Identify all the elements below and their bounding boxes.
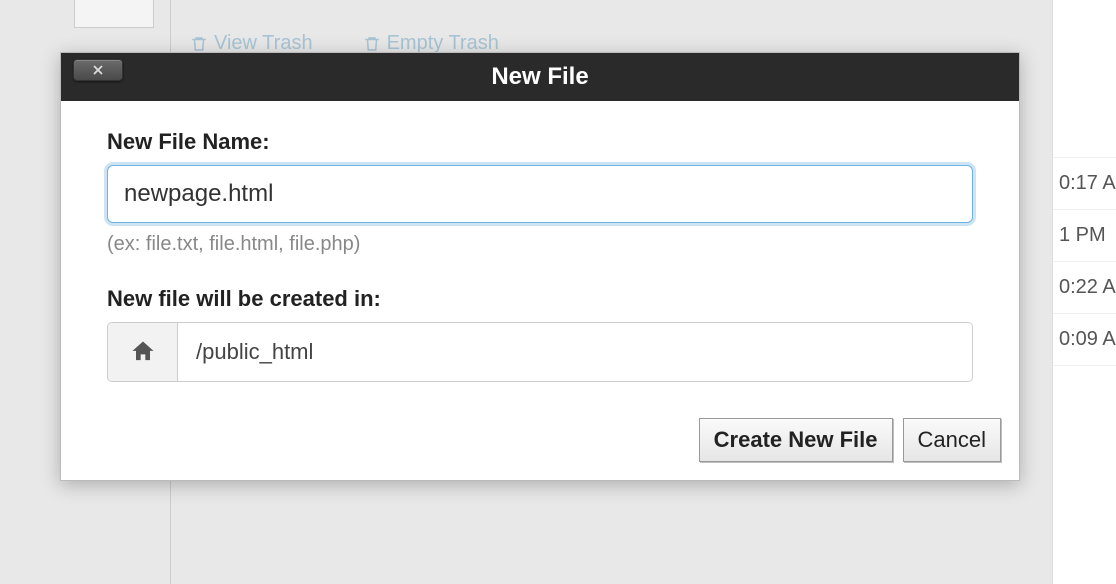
- dialog-footer: Create New File Cancel: [61, 402, 1019, 480]
- home-button[interactable]: [108, 323, 178, 381]
- location-row: /public_html: [107, 322, 973, 382]
- dialog-header: New File: [61, 53, 1019, 101]
- dialog-body: New File Name: (ex: file.txt, file.html,…: [61, 101, 1019, 402]
- create-file-button[interactable]: Create New File: [699, 418, 893, 462]
- filename-label: New File Name:: [107, 129, 973, 155]
- home-icon: [129, 338, 157, 366]
- dialog-title: New File: [491, 63, 588, 90]
- close-button[interactable]: [73, 59, 123, 81]
- modal-overlay: New File New File Name: (ex: file.txt, f…: [0, 0, 1116, 584]
- close-icon: [91, 63, 105, 77]
- cancel-button[interactable]: Cancel: [903, 418, 1001, 462]
- filename-input[interactable]: [107, 165, 973, 223]
- new-file-dialog: New File New File Name: (ex: file.txt, f…: [60, 52, 1020, 481]
- filename-hint: (ex: file.txt, file.html, file.php): [107, 233, 973, 256]
- location-path[interactable]: /public_html: [178, 323, 972, 381]
- location-label: New file will be created in:: [107, 286, 973, 312]
